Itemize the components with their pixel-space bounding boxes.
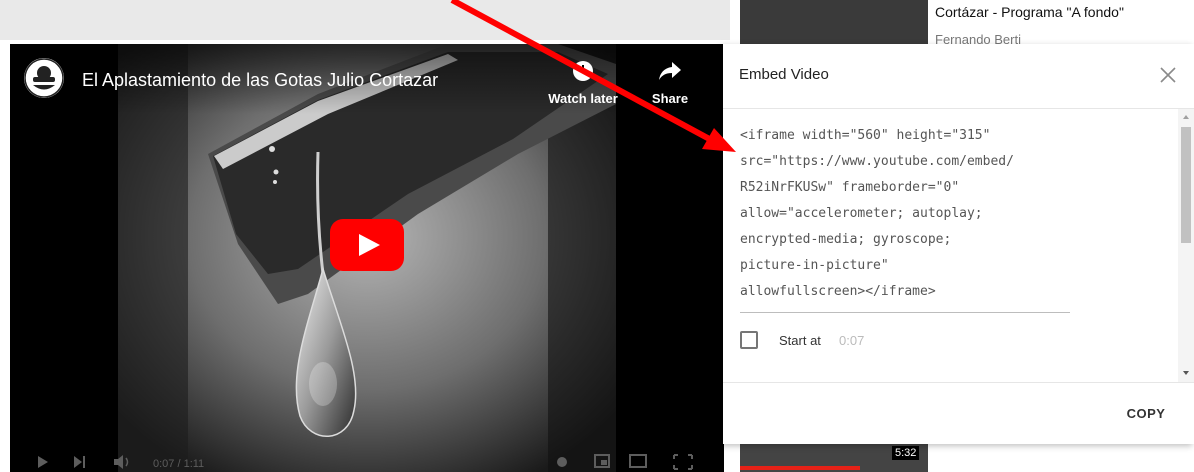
start-at-checkbox[interactable]: [740, 331, 758, 349]
video-player[interactable]: El Aplastamiento de las Gotas Julio Cort…: [10, 44, 724, 472]
play-icon: [330, 219, 404, 271]
thumbnail-duration: 5:32: [892, 446, 920, 460]
scrollbar-thumb[interactable]: [1181, 127, 1191, 243]
close-button[interactable]: [1153, 60, 1183, 90]
watch-later-label: Watch later: [548, 91, 618, 106]
embed-code-container[interactable]: <iframe width="560" height="315" src="ht…: [723, 109, 1194, 382]
copy-button[interactable]: COPY: [1111, 399, 1181, 429]
dialog-title: Embed Video: [739, 66, 829, 83]
embed-video-dialog: Embed Video <iframe width="560" height="…: [723, 44, 1194, 444]
share-arrow-icon: [659, 62, 681, 80]
page-header-strip: [0, 0, 730, 40]
code-field-underline: [740, 312, 1070, 313]
code-line: allow="accelerometer; autoplay;: [740, 206, 983, 221]
embed-code-textarea[interactable]: <iframe width="560" height="315" src="ht…: [740, 123, 1058, 305]
watched-progress-bar: [740, 466, 860, 470]
code-line: allowfullscreen></iframe>: [740, 284, 936, 299]
code-line: src="https://www.youtube.com/embed/: [740, 154, 1014, 169]
fullscreen-icon: [673, 454, 693, 470]
large-play-button[interactable]: [330, 219, 404, 271]
settings-gear-icon: [557, 457, 567, 467]
watch-later-button[interactable]: Watch later: [538, 60, 628, 106]
share-button[interactable]: Share: [640, 60, 700, 106]
volume-icon: [114, 455, 123, 469]
divider: [723, 382, 1194, 383]
code-line: encrypted-media; gyroscope;: [740, 232, 952, 247]
scroll-up-arrow-icon[interactable]: [1183, 115, 1189, 119]
channel-logo-icon: [24, 58, 64, 98]
scroll-down-arrow-icon[interactable]: [1183, 371, 1189, 375]
scrollbar[interactable]: [1178, 109, 1194, 382]
start-at-label[interactable]: Start at: [779, 333, 821, 348]
code-line: <iframe width="560" height="315": [740, 128, 991, 143]
related-video-title[interactable]: Cortázar - Programa "A fondo": [935, 4, 1124, 20]
share-label: Share: [651, 91, 689, 106]
player-controls-icons: [38, 454, 693, 470]
related-video-thumbnail[interactable]: [740, 0, 928, 46]
time-display: 0:07 / 1:11: [153, 458, 205, 470]
video-title[interactable]: El Aplastamiento de las Gotas Julio Cort…: [82, 70, 438, 91]
next-icon: [74, 456, 82, 468]
player-controls: 0:07 / 1:11: [10, 448, 724, 472]
play-pause-icon: [38, 456, 48, 468]
code-line: R52iNrFKUSw" frameborder="0": [740, 180, 960, 195]
start-at-time[interactable]: 0:07: [839, 333, 864, 348]
clock-icon: [573, 61, 593, 81]
theater-mode-icon: [629, 454, 647, 468]
close-icon: [1160, 67, 1176, 83]
channel-avatar[interactable]: [24, 58, 64, 98]
code-line: picture-in-picture": [740, 258, 889, 273]
